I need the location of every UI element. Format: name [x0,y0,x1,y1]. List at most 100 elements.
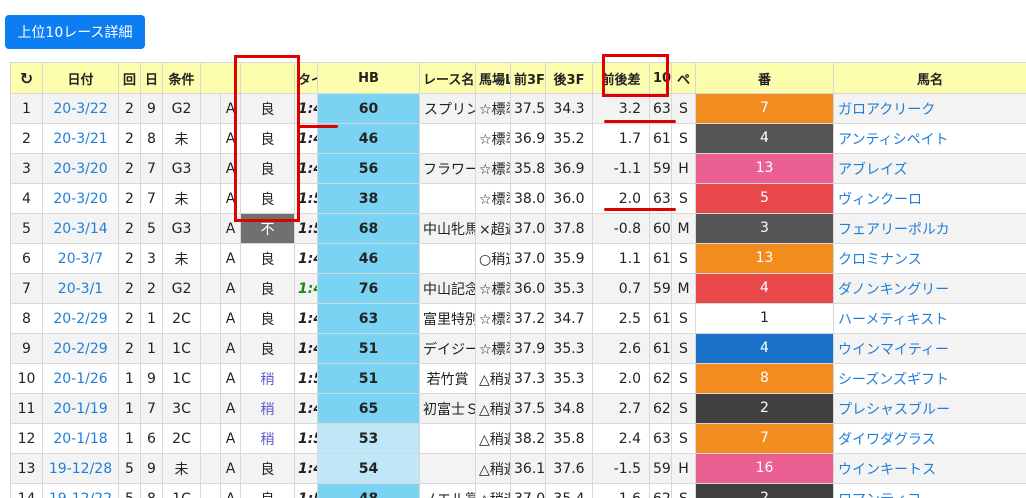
race-results-table-container: ↻ 日付回日条件タイムHBレース名馬場Lv前3F後3F前後差1000mペ番馬名父… [10,62,1026,498]
m1000-time: 62.0 [649,483,672,498]
race-date-link[interactable]: 20-1/26 [42,363,119,394]
race-date-link[interactable]: 19-12/22 [42,483,119,498]
race-date-link[interactable]: 20-3/7 [42,243,119,274]
pace: S [671,303,696,334]
course-cell: A [220,243,241,274]
last-3f: 37.8 [545,213,593,244]
table-row[interactable]: 220-3/2128未A良1:49.446☆標準36.935.21.761.9S… [10,123,1026,154]
horse-name-link[interactable]: ヴィンクーロ [833,183,1026,214]
header-1000m[interactable]: 1000m [649,62,672,94]
row-number: 13 [10,453,43,484]
horse-name-link[interactable]: ウインマイティー [833,333,1026,364]
table-row[interactable]: 120-3/2229G2 A良1:49.860スプリングＳ☆標準37.534.33… [10,93,1026,124]
class-cell: 2C [162,303,201,334]
post-number-badge: 2 [695,483,834,498]
front-back-diff: 1.7 [592,123,650,154]
pace: M [671,213,696,244]
header-front-back-diff[interactable]: 前後差 [592,62,650,94]
track-level: ☆標準 [475,303,511,334]
header-track-level[interactable]: 馬場Lv [475,62,511,94]
nichi-cell: 9 [140,363,163,394]
row-number: 8 [10,303,43,334]
header-ban[interactable]: 番 [695,62,834,94]
table-row[interactable]: 620-3/723未A良1:49.646 ○稍速37.035.91.161.6S 1… [10,243,1026,274]
track-condition: 良 [240,183,295,214]
top10-race-detail-button[interactable]: 上位10レース詳細 [5,15,145,49]
header-hb[interactable]: HB [317,62,420,94]
table-row[interactable]: 1319-12/2859未A良1:49.454 △稍遅36.137.6-1.559… [10,453,1026,484]
table-row[interactable]: 1220-1/18162C A稍1:51.653 △稍遅38.235.82.463.… [10,423,1026,454]
course-cell: A [220,303,241,334]
horse-name-link[interactable]: ハーメティキスト [833,303,1026,334]
post-number-badge: 7 [695,423,834,454]
header-horse-name[interactable]: 馬名 [833,62,1026,94]
post-number-badge: 1 [695,303,834,334]
header-track[interactable] [240,62,295,94]
table-row[interactable]: 1419-12/22581C A良1:50.048ノエル賞△稍遅37.035.41… [10,483,1026,498]
horse-name-link[interactable]: ダイワダグラス [833,423,1026,454]
horse-name-link[interactable]: ウインキートス [833,453,1026,484]
race-date-link[interactable]: 20-1/18 [42,423,119,454]
post-number-badge: 5 [695,183,834,214]
course-cell: A [220,213,241,244]
race-time: 1:51.6 [294,423,318,454]
horse-name-link[interactable]: フェアリーポルカ [833,213,1026,244]
kai-cell: 2 [118,93,141,124]
kai-cell: 2 [118,153,141,184]
refresh-icon[interactable]: ↻ [10,62,43,94]
race-date-link[interactable]: 20-2/29 [42,303,119,334]
header-nichi[interactable]: 日 [140,62,163,94]
header-race-name[interactable]: レース名 [419,62,476,94]
m1000-time: 59.9 [649,453,672,484]
track-level: ○稍速 [475,243,511,274]
header-time[interactable]: タイム [294,62,318,94]
post-number: 13 [755,160,774,176]
race-date-link[interactable]: 19-12/28 [42,453,119,484]
track-condition: 良 [240,483,295,498]
header-first-3f[interactable]: 前3F [510,62,546,94]
table-row[interactable]: 1120-1/19173C A稍1:49.465初富士Ｓ△稍遅37.534.82.… [10,393,1026,424]
table-row[interactable]: 820-2/29212CA良1:48.163富里特別☆標準37.234.72.5… [10,303,1026,334]
race-date-link[interactable]: 20-1/19 [42,393,119,424]
horse-name-link[interactable]: ロマンティコ [833,483,1026,498]
header-last-3f[interactable]: 後3F [545,62,593,94]
blank-cell [200,243,221,274]
horse-name-link[interactable]: プレシャスブルー [833,393,1026,424]
table-row[interactable]: 920-2/29211C A良1:48.951デイジー賞☆標準37.935.32.… [10,333,1026,364]
table-row[interactable]: 720-3/122G2A良1:46.376中山記念☆標準36.035.30.75… [10,273,1026,304]
header-pace[interactable]: ペ [671,62,696,94]
table-row[interactable]: 520-3/1425G3A不1:50.268中山牝馬Ｓ×超遅37.037.8-0… [10,213,1026,244]
row-number: 6 [10,243,43,274]
horse-name-link[interactable]: アブレイズ [833,153,1026,184]
race-date-link[interactable]: 20-3/22 [42,93,119,124]
header-blank[interactable] [200,62,241,94]
blank-cell [200,303,221,334]
race-date-link[interactable]: 20-2/29 [42,333,119,364]
class-cell: 3C [162,393,201,424]
table-row[interactable]: 420-3/2027未A良1:51.438 ☆標準38.036.02.063.0S… [10,183,1026,214]
race-date-link[interactable]: 20-3/20 [42,153,119,184]
row-number: 14 [10,483,43,498]
horse-name-link[interactable]: ダノンキングリー [833,273,1026,304]
last-3f: 34.3 [545,93,593,124]
pace: S [671,333,696,364]
header-class[interactable]: 条件 [162,62,201,94]
last-3f: 36.9 [545,153,593,184]
blank-cell [200,183,221,214]
horse-name-link[interactable]: シーズンズギフト [833,363,1026,394]
horse-name-link[interactable]: ガロアクリーク [833,93,1026,124]
pace: S [671,243,696,274]
race-date-link[interactable]: 20-3/20 [42,183,119,214]
row-number: 9 [10,333,43,364]
pace: S [671,183,696,214]
race-date-link[interactable]: 20-3/14 [42,213,119,244]
horse-name-link[interactable]: アンティシペイト [833,123,1026,154]
header-date[interactable]: 日付 [42,62,119,94]
header-kai[interactable]: 回 [118,62,141,94]
table-row[interactable]: 1020-1/26191C A稍1:50.451若竹賞△稍遅37.335.32.0… [10,363,1026,394]
race-date-link[interactable]: 20-3/1 [42,273,119,304]
race-date-link[interactable]: 20-3/21 [42,123,119,154]
table-row[interactable]: 320-3/2027G3 A良1:48.256フラワーＣ☆標準35.836.9-1… [10,153,1026,184]
race-name: スプリングＳ [419,93,476,124]
horse-name-link[interactable]: クロミナンス [833,243,1026,274]
